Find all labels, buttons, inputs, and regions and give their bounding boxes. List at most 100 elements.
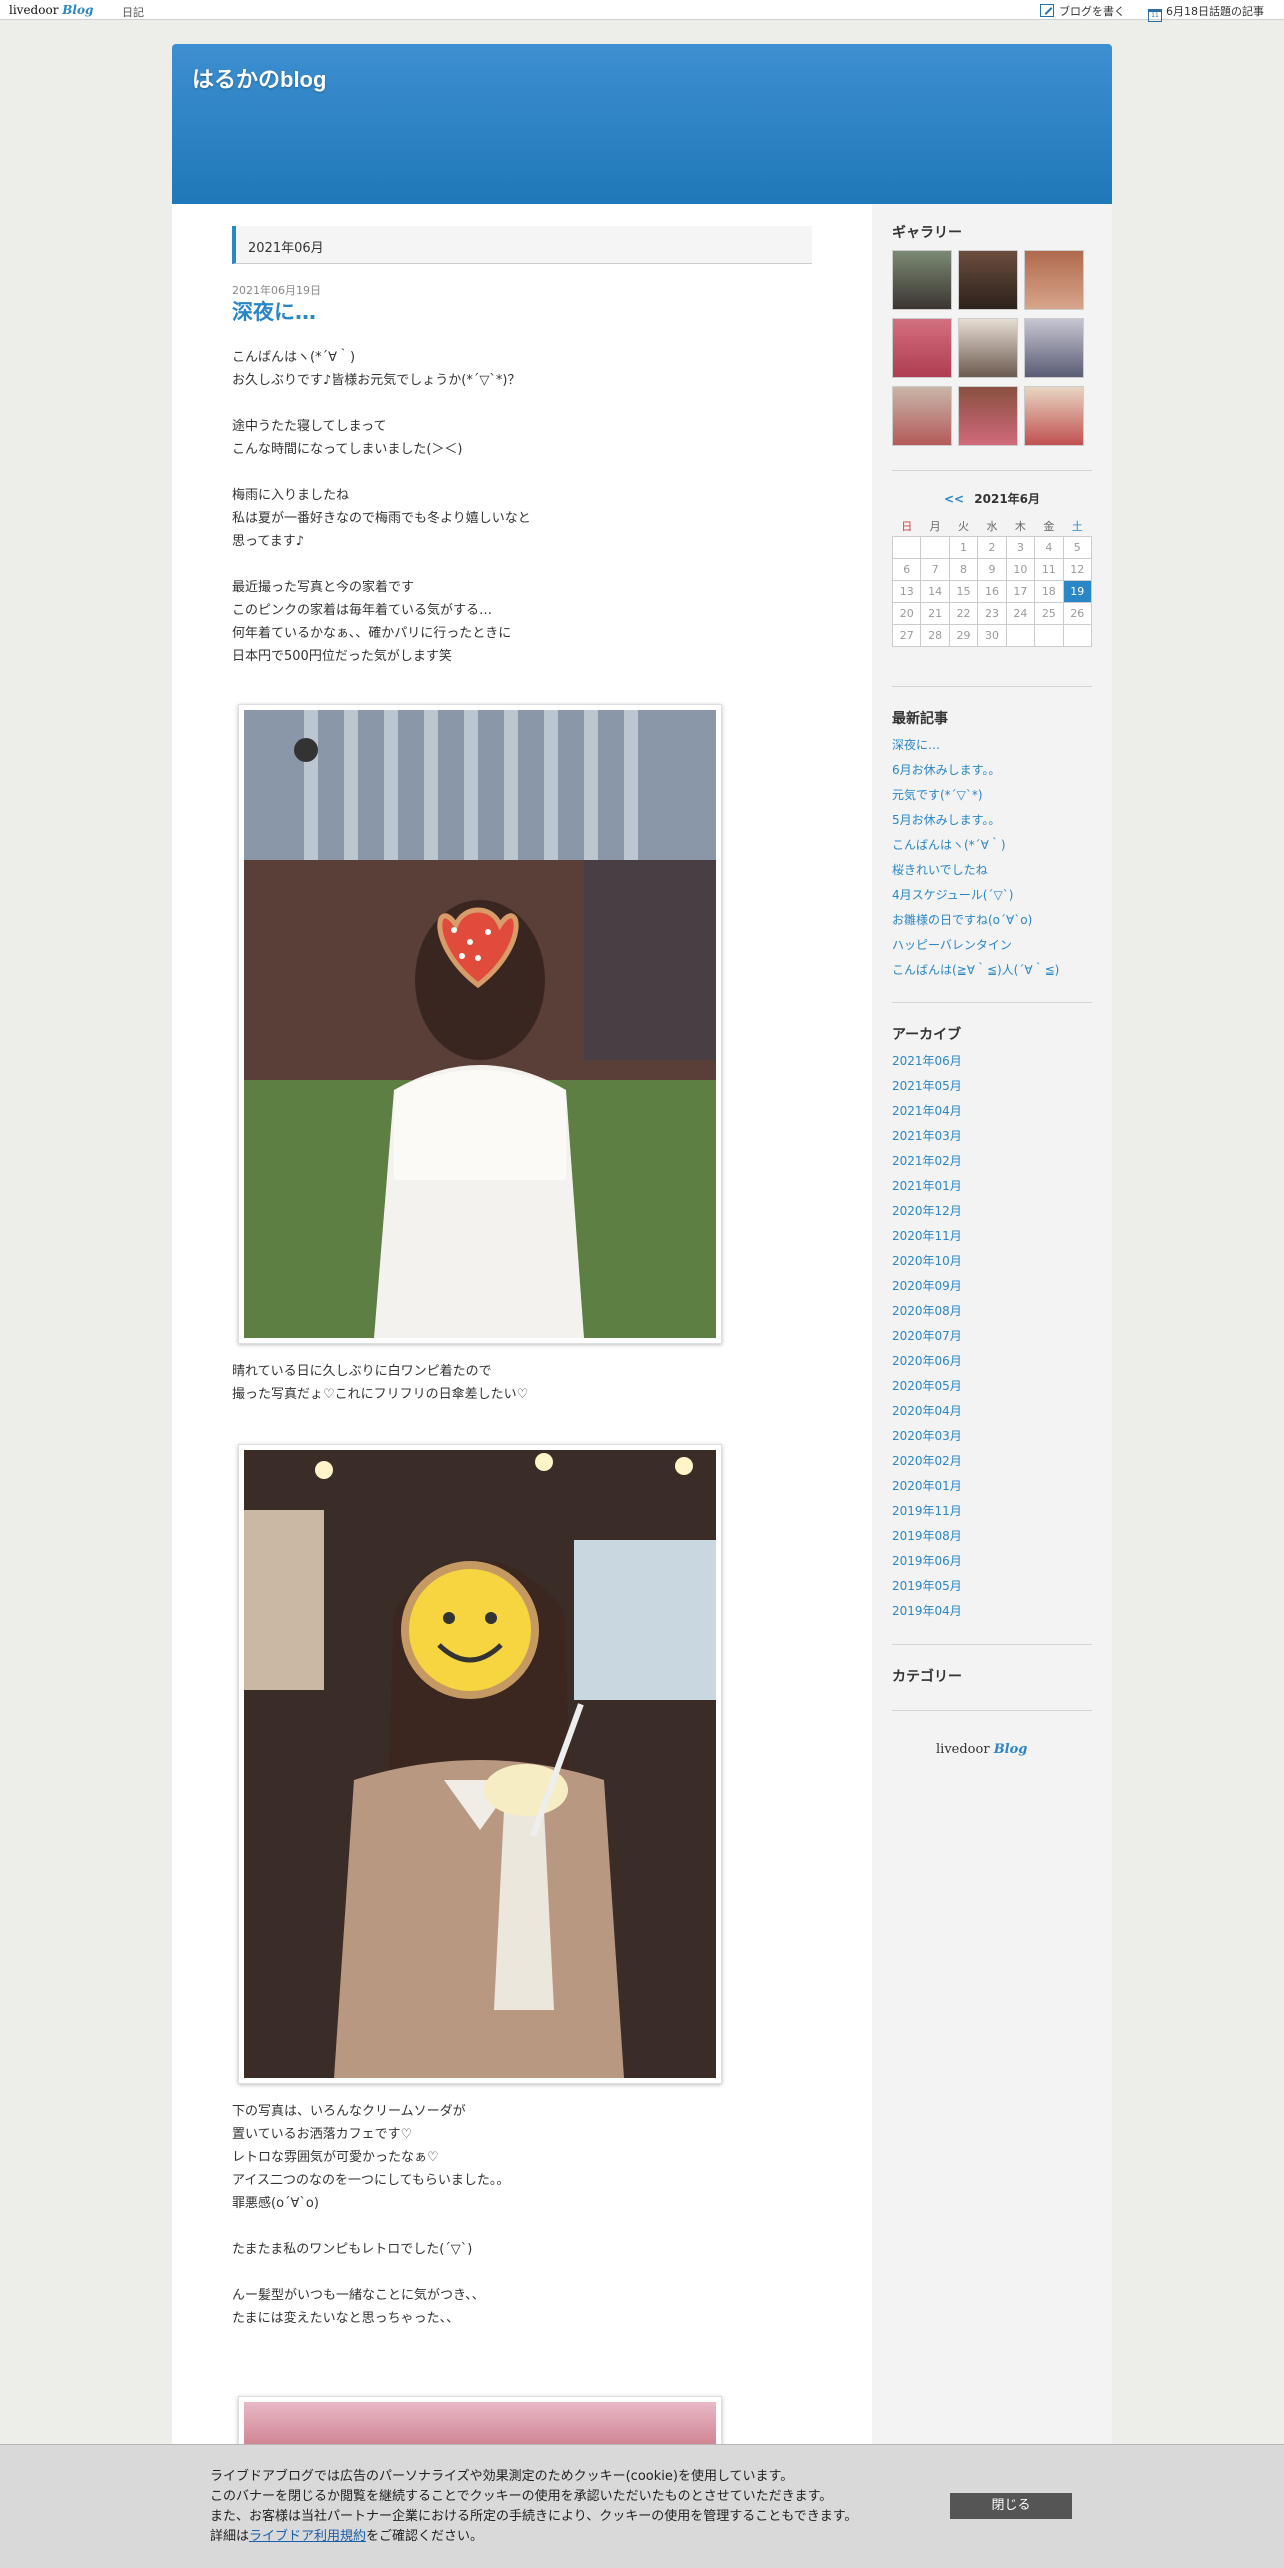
archive-list: 2021年06月 2021年05月 2021年04月 2021年03月 2021年02月… bbox=[892, 1052, 962, 1627]
post-text-line: 置いているお洒落カフェです♡ bbox=[232, 2127, 413, 2142]
post-text-line: こんばんはヽ(*´∀｀) bbox=[232, 350, 356, 365]
archive-link[interactable]: 2021年03月 bbox=[892, 1127, 962, 1152]
archive-link[interactable]: 2019年11月 bbox=[892, 1502, 962, 1527]
calendar-day: 29 bbox=[948, 623, 979, 647]
gallery-thumb[interactable] bbox=[958, 386, 1018, 446]
calendar-day: 15 bbox=[948, 579, 979, 603]
recent-post-link[interactable]: 6月お休みします。。 bbox=[892, 761, 1059, 786]
post-text-line bbox=[232, 392, 531, 415]
gallery-thumb[interactable] bbox=[1024, 318, 1084, 378]
post-text-line: 晴れている日に久しぶりに白ワンピ着たので bbox=[232, 1364, 492, 1379]
livedoor-logo[interactable]: livedoor Blog bbox=[9, 3, 93, 17]
top-bar: livedoor Blog 日記 ブログを書く 11 6月18日話題の記事 bbox=[0, 0, 1284, 22]
logo-text: livedoor bbox=[936, 1742, 990, 1757]
logo-text: livedoor bbox=[9, 3, 59, 17]
recent-post-link[interactable]: 4月スケジュール(´▽`) bbox=[892, 886, 1059, 911]
archive-link[interactable]: 2021年01月 bbox=[892, 1177, 962, 1202]
archive-link[interactable]: 2020年06月 bbox=[892, 1352, 962, 1377]
archive-link[interactable]: 2020年01月 bbox=[892, 1477, 962, 1502]
post-paragraph-3: 下の写真は、いろんなクリームソーダが 置いているお洒落カフェです♡ レトロな雰囲気が… bbox=[232, 2100, 509, 2330]
post-paragraph-1: こんばんはヽ(*´∀｀) お久しぶりです♪皆様お元気でしょうか(*´▽`*)？ 途… bbox=[232, 346, 531, 668]
divider bbox=[892, 1710, 1092, 1711]
post-text-line: 私は夏が一番好きなので梅雨でも冬より嬉しいなと bbox=[232, 511, 531, 526]
archive-link[interactable]: 2019年05月 bbox=[892, 1577, 962, 1602]
archive-link[interactable]: 2020年05月 bbox=[892, 1377, 962, 1402]
trending-link[interactable]: 11 6月18日話題の記事 bbox=[1148, 3, 1264, 22]
archive-link[interactable]: 2020年08月 bbox=[892, 1302, 962, 1327]
archive-link[interactable]: 2020年02月 bbox=[892, 1452, 962, 1477]
write-blog-link[interactable]: ブログを書く bbox=[1040, 3, 1125, 19]
post-text-line: んー髪型がいつも一緒なことに気がつき、、 bbox=[232, 2288, 485, 2303]
post-text-line: 何年着ているかなぁ、、確かパリに行ったときに bbox=[232, 626, 512, 641]
calendar-day bbox=[1062, 623, 1093, 647]
archive-link[interactable]: 2020年04月 bbox=[892, 1402, 962, 1427]
diary-link[interactable]: 日記 bbox=[122, 4, 144, 20]
post-text-line: お久しぶりです♪皆様お元気でしょうか(*´▽`*)？ bbox=[232, 373, 521, 388]
gallery-thumb[interactable] bbox=[892, 250, 952, 310]
calendar-day: 6 bbox=[891, 557, 922, 581]
post-text-line: 日本円で500円位だった気がします笑 bbox=[232, 649, 452, 664]
recent-post-link[interactable]: 5月お休みします。。 bbox=[892, 811, 1059, 836]
gallery-thumb[interactable] bbox=[958, 318, 1018, 378]
cookie-line: ライブドアブログでは広告のパーソナライズや効果測定のためクッキー(cookie)… bbox=[210, 2469, 794, 2484]
calendar-day: 1 bbox=[948, 535, 979, 559]
archive-link[interactable]: 2019年06月 bbox=[892, 1552, 962, 1577]
gallery-thumb[interactable] bbox=[1024, 386, 1084, 446]
calendar-weekday: 木 bbox=[1014, 519, 1026, 533]
recent-post-link[interactable]: 深夜に… bbox=[892, 736, 1059, 761]
archive-link[interactable]: 2021年05月 bbox=[892, 1077, 962, 1102]
terms-link[interactable]: ライブドア利用規約 bbox=[249, 2529, 366, 2544]
post-photo-cream-soda[interactable] bbox=[238, 1444, 722, 2084]
calendar-table: 日月火水木金土 1 2 3 4 5 6 7 8 9 10 11 12 13 14 15 16 17 18 19 20 2… bbox=[891, 516, 1093, 647]
archive-link[interactable]: 2021年02月 bbox=[892, 1152, 962, 1177]
cookie-line: このバナーを閉じるか閲覧を継続することでクッキーの使用を承認いただいたものとさせ… bbox=[210, 2489, 833, 2504]
photo-2-illustration bbox=[244, 1450, 716, 2078]
blog-title[interactable]: はるかのblog bbox=[192, 62, 326, 94]
recent-post-link[interactable]: 元気です(*´▽`*) bbox=[892, 786, 1059, 811]
recent-post-link[interactable]: お雛様の日ですね(o´∀`o) bbox=[892, 911, 1059, 936]
recent-post-link[interactable]: こんばんは(≧∀｀≦)人(´∀｀≦) bbox=[892, 961, 1059, 986]
write-blog-label: ブログを書く bbox=[1059, 5, 1125, 18]
calendar-day[interactable]: 19 bbox=[1062, 579, 1093, 603]
archive-link[interactable]: 2019年04月 bbox=[892, 1602, 962, 1627]
calendar-day: 5 bbox=[1062, 535, 1093, 559]
calendar-day: 30 bbox=[977, 623, 1007, 647]
calendar-day: 11 bbox=[1034, 557, 1064, 581]
divider bbox=[892, 470, 1092, 471]
post-photo-white-dress[interactable] bbox=[238, 704, 722, 1344]
archive-link[interactable]: 2020年11月 bbox=[892, 1227, 962, 1252]
recent-post-link[interactable]: こんばんはヽ(*´∀｀) bbox=[892, 836, 1059, 861]
cookie-close-button[interactable]: 閉じる bbox=[950, 2493, 1072, 2519]
gallery-thumb[interactable] bbox=[1024, 250, 1084, 310]
archive-link[interactable]: 2020年10月 bbox=[892, 1252, 962, 1277]
calendar-weekday: 火 bbox=[958, 519, 970, 533]
calendar-day bbox=[891, 535, 922, 559]
post-text-line: 最近撮った写真と今の家着です bbox=[232, 580, 415, 595]
sidebar-livedoor-logo[interactable]: livedoor Blog bbox=[936, 1742, 1027, 1757]
archive-link[interactable]: 2020年03月 bbox=[892, 1427, 962, 1452]
recent-post-link[interactable]: 桜きれいでしたね bbox=[892, 861, 1059, 886]
post-text-line bbox=[232, 2261, 509, 2284]
calendar-day: 24 bbox=[1005, 601, 1036, 625]
calendar-prev-link[interactable]: << bbox=[944, 492, 964, 506]
archive-link[interactable]: 2021年04月 bbox=[892, 1102, 962, 1127]
photo-image bbox=[244, 1450, 716, 2078]
gallery-thumb[interactable] bbox=[958, 250, 1018, 310]
calendar-day: 3 bbox=[1005, 535, 1036, 559]
post-text-line: このピンクの家着は毎年着ている気がする… bbox=[232, 603, 493, 618]
gallery-heading: ギャラリー bbox=[892, 225, 962, 241]
gallery-thumb[interactable] bbox=[892, 318, 952, 378]
archive-link[interactable]: 2020年07月 bbox=[892, 1327, 962, 1352]
calendar-weekday: 金 bbox=[1043, 519, 1055, 533]
gallery-thumb[interactable] bbox=[892, 386, 952, 446]
archive-link[interactable]: 2021年06月 bbox=[892, 1052, 962, 1077]
recent-post-link[interactable]: ハッピーバレンタイン bbox=[892, 936, 1059, 961]
calendar-day: 4 bbox=[1034, 535, 1064, 559]
calendar-day: 27 bbox=[891, 623, 922, 647]
calendar-nav: << 2021年6月 bbox=[892, 490, 1092, 507]
post-title[interactable]: 深夜に… bbox=[232, 296, 316, 326]
archive-link[interactable]: 2020年09月 bbox=[892, 1277, 962, 1302]
archive-link[interactable]: 2020年12月 bbox=[892, 1202, 962, 1227]
calendar-day bbox=[920, 535, 950, 559]
archive-link[interactable]: 2019年08月 bbox=[892, 1527, 962, 1552]
